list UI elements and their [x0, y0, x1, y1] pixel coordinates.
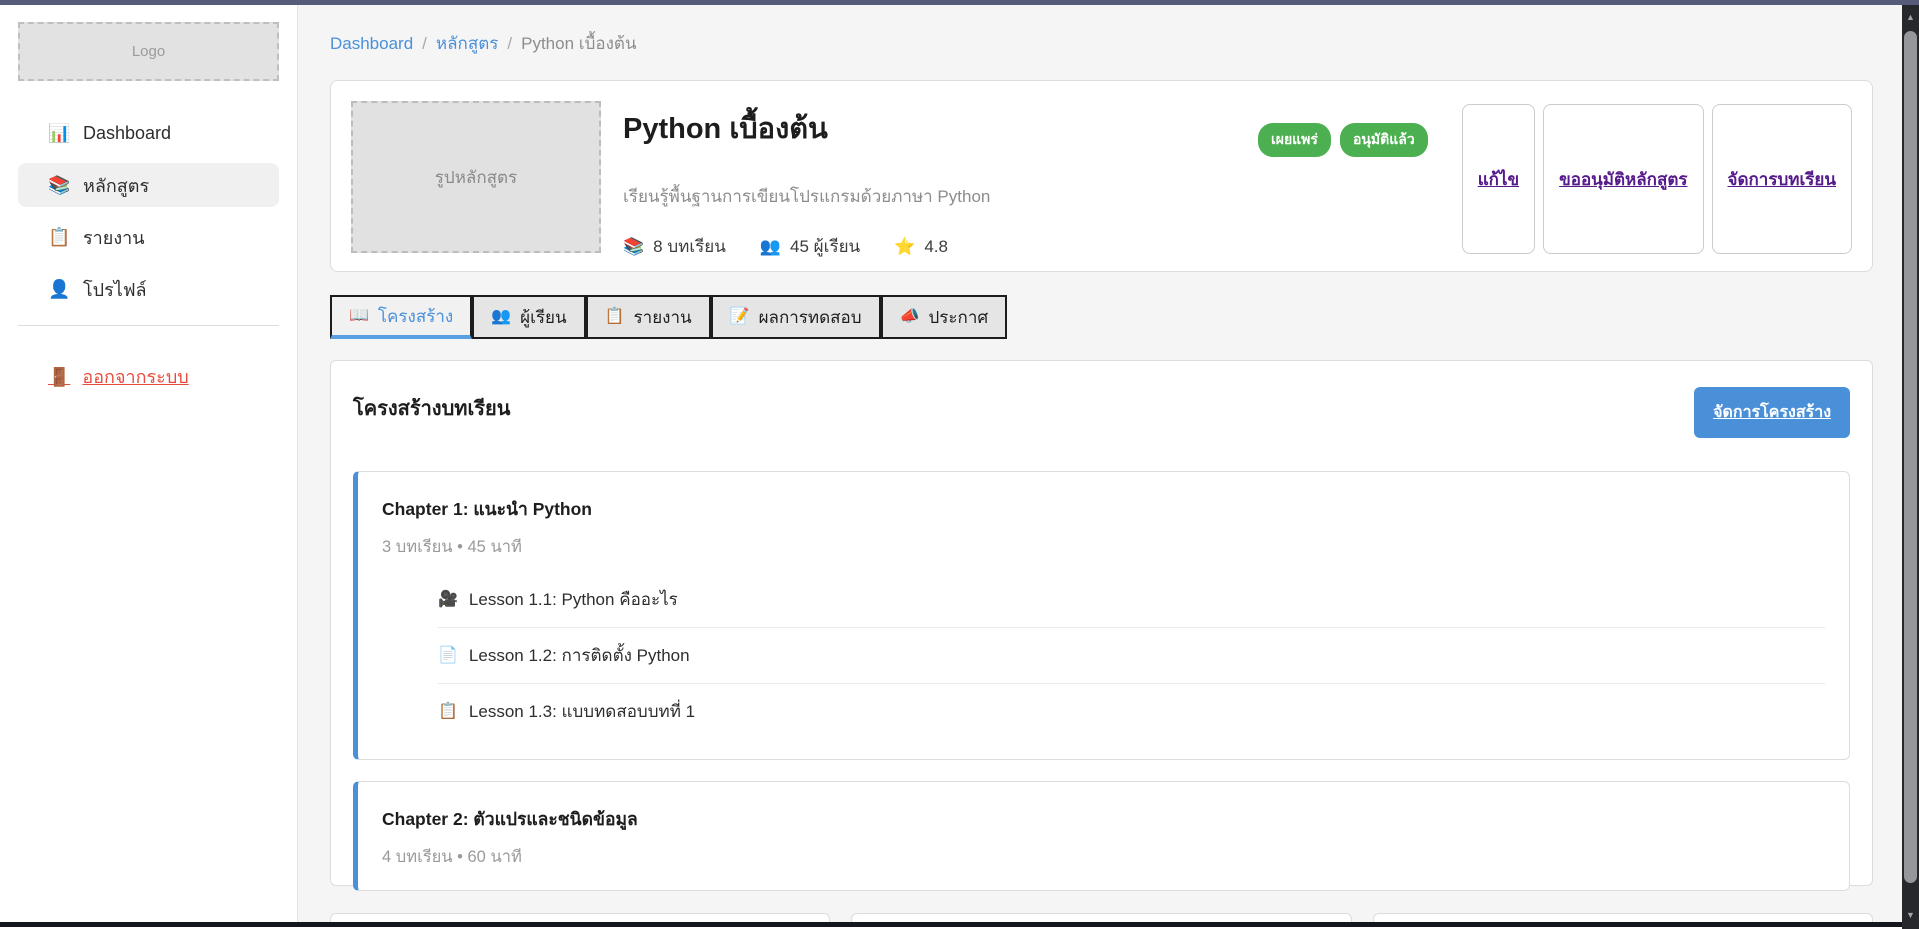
person-icon: 👤 — [48, 280, 70, 298]
lesson-title: Lesson 1.3: แบบทดสอบบทที่ 1 — [469, 698, 695, 725]
megaphone-icon: 📣 — [900, 309, 920, 325]
door-icon: 🚪 — [48, 368, 70, 386]
course-actions: แก้ไข ขออนุมัติหลักสูตร จัดการบทเรียน — [1462, 104, 1852, 251]
sidebar: Logo 📊 Dashboard 📚 หลักสูตร 📋 รายงาน 👤 โ… — [0, 5, 298, 929]
main-content: Dashboard / หลักสูตร / Python เบื้องต้น … — [298, 5, 1902, 929]
chapter-card-1: Chapter 1: แนะนำ Python 3 บทเรียน • 45 น… — [353, 471, 1850, 760]
manage-lessons-button[interactable]: จัดการบทเรียน — [1712, 104, 1853, 254]
scroll-thumb[interactable] — [1904, 31, 1917, 883]
tab-students[interactable]: 👥 ผู้เรียน — [472, 295, 585, 339]
structure-heading: โครงสร้างบทเรียน — [353, 392, 510, 424]
lesson-row[interactable]: 📄 Lesson 1.2: การติดตั้ง Python — [438, 627, 1825, 683]
sidebar-item-label: Dashboard — [83, 123, 171, 144]
breadcrumb-current: Python เบื้องต้น — [521, 30, 636, 57]
bar-chart-icon: 📊 — [48, 124, 70, 142]
course-title: Python เบื้องต้น — [623, 105, 1236, 151]
movie-camera-icon: 🎥 — [438, 592, 458, 608]
window-top-edge — [0, 0, 1919, 5]
edit-course-button[interactable]: แก้ไข — [1462, 104, 1535, 254]
sidebar-item-reports[interactable]: 📋 รายงาน — [18, 215, 279, 259]
stat-rating-label: 4.8 — [924, 237, 948, 257]
sidebar-nav: 📊 Dashboard 📚 หลักสูตร 📋 รายงาน 👤 โปรไฟล… — [0, 111, 297, 311]
status-badge-published: เผยแพร่ — [1258, 123, 1331, 157]
tab-label: รายงาน — [634, 304, 692, 331]
structure-panel: โครงสร้างบทเรียน จัดการโครงสร้าง Chapter… — [330, 360, 1873, 886]
open-book-icon: 📖 — [349, 308, 369, 324]
tab-test-results[interactable]: 📝 ผลการทดสอบ — [711, 295, 881, 339]
stat-students: 👥 45 ผู้เรียน — [760, 233, 860, 260]
sidebar-divider — [18, 325, 279, 326]
scrollbar[interactable]: ▲ ▼ — [1902, 5, 1919, 929]
scroll-down-arrow[interactable]: ▼ — [1902, 907, 1919, 923]
request-approval-link[interactable]: ขออนุมัติหลักสูตร — [1559, 166, 1687, 193]
tab-structure[interactable]: 📖 โครงสร้าง — [330, 295, 472, 339]
sidebar-item-courses[interactable]: 📚 หลักสูตร — [18, 163, 279, 207]
logout-label: ออกจากระบบ — [82, 362, 188, 391]
lesson-list: 🎥 Lesson 1.1: Python คืออะไร 📄 Lesson 1.… — [438, 572, 1825, 739]
status-badges: เผยแพร่ อนุมัติแล้ว — [1258, 123, 1428, 251]
status-badge-approved: อนุมัติแล้ว — [1340, 123, 1428, 157]
tab-label: ผู้เรียน — [520, 304, 566, 331]
stat-lessons: 📚 8 บทเรียน — [623, 233, 726, 260]
breadcrumb: Dashboard / หลักสูตร / Python เบื้องต้น — [330, 30, 1873, 57]
course-info: Python เบื้องต้น เรียนรู้พื้นฐานการเขียน… — [623, 101, 1236, 251]
breadcrumb-separator: / — [507, 34, 512, 54]
sidebar-item-profile[interactable]: 👤 โปรไฟล์ — [18, 267, 279, 311]
lesson-title: Lesson 1.2: การติดตั้ง Python — [469, 642, 690, 669]
tab-label: ผลการทดสอบ — [759, 304, 862, 331]
memo-icon: 📝 — [730, 309, 750, 325]
clipboard-icon: 📋 — [48, 228, 70, 246]
manage-lessons-link[interactable]: จัดการบทเรียน — [1728, 166, 1837, 193]
books-icon: 📚 — [623, 238, 644, 255]
books-icon: 📚 — [48, 176, 70, 194]
tab-label: ประกาศ — [928, 304, 988, 331]
sidebar-item-label: หลักสูตร — [83, 171, 149, 200]
tab-label: โครงสร้าง — [378, 303, 453, 330]
stat-lessons-label: 8 บทเรียน — [653, 233, 726, 260]
scroll-up-arrow[interactable]: ▲ — [1902, 9, 1919, 25]
stat-rating: ⭐ 4.8 — [894, 237, 948, 257]
edit-course-link[interactable]: แก้ไข — [1478, 166, 1519, 193]
tab-reports[interactable]: 📋 รายงาน — [586, 295, 711, 339]
chapter-title: Chapter 2: ตัวแปรและชนิดข้อมูล — [382, 805, 1825, 833]
tab-bar: 📖 โครงสร้าง 👥 ผู้เรียน 📋 รายงาน 📝 ผลการท… — [330, 295, 1873, 339]
course-description: เรียนรู้พื้นฐานการเขียนโปรแกรมด้วยภาษา P… — [623, 183, 1236, 210]
lesson-row[interactable]: 📋 Lesson 1.3: แบบทดสอบบทที่ 1 — [438, 683, 1825, 739]
lesson-title: Lesson 1.1: Python คืออะไร — [469, 586, 678, 613]
structure-panel-header: โครงสร้างบทเรียน จัดการโครงสร้าง — [353, 387, 1850, 438]
logo-placeholder: Logo — [18, 22, 279, 81]
lesson-row[interactable]: 🎥 Lesson 1.1: Python คืออะไร — [438, 572, 1825, 627]
breadcrumb-dashboard[interactable]: Dashboard — [330, 34, 413, 54]
chapter-title: Chapter 1: แนะนำ Python — [382, 495, 1825, 523]
manage-structure-button[interactable]: จัดการโครงสร้าง — [1694, 387, 1850, 438]
people-icon: 👥 — [491, 309, 511, 325]
sidebar-item-label: รายงาน — [83, 223, 145, 252]
sidebar-item-dashboard[interactable]: 📊 Dashboard — [18, 111, 279, 155]
clipboard-icon: 📋 — [438, 704, 458, 720]
breadcrumb-separator: / — [422, 34, 427, 54]
chapter-meta: 3 บทเรียน • 45 นาที — [382, 534, 1825, 560]
chapter-meta: 4 บทเรียน • 60 นาที — [382, 844, 1825, 870]
tab-announcements[interactable]: 📣 ประกาศ — [881, 295, 1008, 339]
request-approval-button[interactable]: ขออนุมัติหลักสูตร — [1543, 104, 1703, 254]
logout-link[interactable]: 🚪 ออกจากระบบ — [48, 362, 189, 391]
course-header-card: รูปหลักสูตร Python เบื้องต้น เรียนรู้พื้… — [330, 80, 1873, 272]
sidebar-item-label: โปรไฟล์ — [83, 275, 147, 304]
clipboard-icon: 📋 — [605, 309, 625, 325]
people-icon: 👥 — [760, 238, 781, 255]
course-stats: 📚 8 บทเรียน 👥 45 ผู้เรียน ⭐ 4.8 — [623, 233, 1236, 260]
stat-students-label: 45 ผู้เรียน — [790, 233, 860, 260]
course-image-placeholder: รูปหลักสูตร — [351, 101, 601, 253]
breadcrumb-courses[interactable]: หลักสูตร — [436, 30, 498, 57]
star-icon: ⭐ — [894, 238, 915, 255]
page-icon: 📄 — [438, 648, 458, 664]
chapter-card-2: Chapter 2: ตัวแปรและชนิดข้อมูล 4 บทเรียน… — [353, 781, 1850, 891]
